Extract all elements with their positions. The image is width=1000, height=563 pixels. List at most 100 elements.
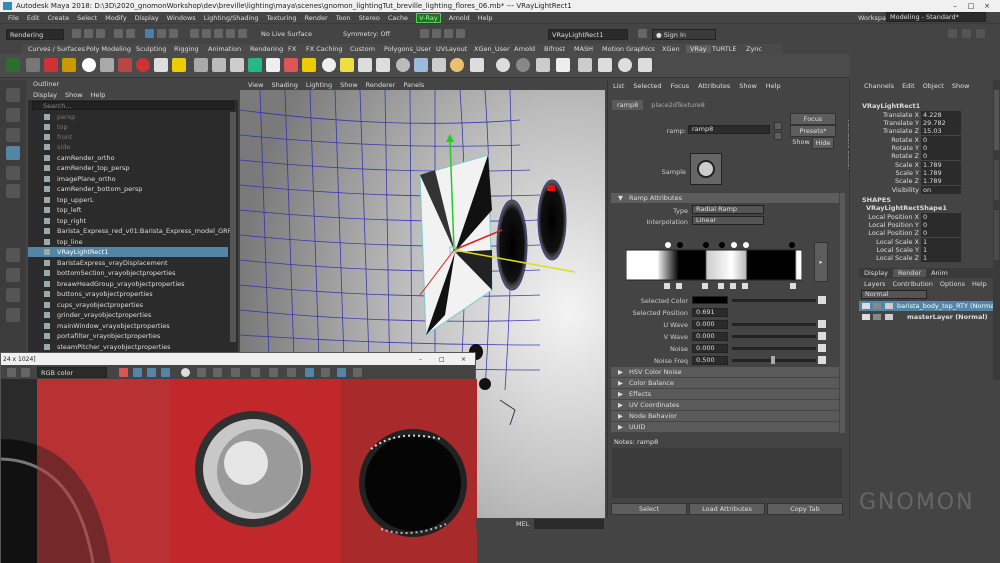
shelf-tab[interactable]: Arnold <box>514 45 535 53</box>
vray-sky-icon[interactable] <box>322 58 336 72</box>
ramp-delete-box[interactable] <box>742 283 748 289</box>
menu-texturing[interactable]: Texturing <box>267 14 297 22</box>
exposure-icon[interactable] <box>197 368 206 377</box>
copy-tab-button[interactable]: Copy Tab <box>767 503 843 515</box>
list-item[interactable]: cups_vrayobjectproperties <box>28 300 228 310</box>
minimize-button[interactable]: – <box>419 356 422 363</box>
vray-sss-icon[interactable] <box>396 58 410 72</box>
snap-point-icon[interactable] <box>214 29 223 38</box>
vray-hair-mtl-icon[interactable] <box>414 58 428 72</box>
blend-mode-dropdown[interactable]: Normal <box>861 290 927 299</box>
cb-attr-value[interactable]: 15.03 <box>921 127 961 135</box>
layer-menu-help[interactable]: Help <box>972 280 987 288</box>
vray-swarm-icon[interactable] <box>638 58 652 72</box>
vray-vfb-icon[interactable] <box>536 58 550 72</box>
cb-attr-value[interactable]: 1.789 <box>921 161 961 169</box>
menu-cache[interactable]: Cache <box>388 14 408 22</box>
vray-car-paint-icon[interactable] <box>376 58 390 72</box>
close-button[interactable]: × <box>461 356 466 363</box>
shelf-tab[interactable]: XGen <box>662 45 680 53</box>
tab-anim[interactable]: Anim <box>926 269 953 277</box>
rotate-tool-icon[interactable] <box>6 166 20 180</box>
r-channel-icon[interactable] <box>133 368 142 377</box>
live-surface-field[interactable]: No Live Surface <box>258 29 318 40</box>
paint-select-icon[interactable] <box>6 128 20 142</box>
section-ramp-attributes[interactable]: ▼ Ramp Attributes <box>611 193 839 203</box>
ramp-delete-box[interactable] <box>790 283 796 289</box>
vray-sunlight-icon[interactable] <box>302 58 316 72</box>
ramp-expand-button[interactable]: ▸ <box>814 242 828 282</box>
vray-two-sided-icon[interactable] <box>450 58 464 72</box>
outliner-scrollbar[interactable] <box>230 112 236 342</box>
list-item[interactable]: top_upperL <box>28 195 228 205</box>
color-icon[interactable] <box>231 368 240 377</box>
open-scene-icon[interactable] <box>84 29 93 38</box>
shelf-tab-active[interactable]: VRay <box>686 45 711 53</box>
side-tab[interactable] <box>994 90 999 150</box>
ae-menu-selected[interactable]: Selected <box>633 82 661 90</box>
cb-menu-show[interactable]: Show <box>952 82 970 90</box>
select-component-icon[interactable] <box>169 29 178 38</box>
ramp-name-field[interactable]: ramp8 <box>688 125 770 134</box>
vray-settings-icon[interactable] <box>62 58 76 72</box>
vray-blend-mtl-icon[interactable] <box>358 58 372 72</box>
list-item[interactable]: camRender_ortho <box>28 153 228 163</box>
selected-color-slider[interactable] <box>732 299 816 302</box>
notes-field[interactable] <box>612 448 842 498</box>
save-scene-icon[interactable] <box>96 29 105 38</box>
shelf-tab[interactable]: Bifrost <box>544 45 565 53</box>
heart-icon[interactable] <box>119 368 128 377</box>
list-item[interactable]: persp <box>28 112 228 122</box>
list-item[interactable]: BaristaExpress_vrayDisplacement <box>28 258 228 268</box>
snapshot-icon[interactable] <box>321 368 330 377</box>
panel-toggle-icon[interactable] <box>976 29 985 38</box>
select-tool-icon[interactable] <box>6 88 20 102</box>
vray-mesh-icon[interactable] <box>100 58 114 72</box>
ramp-handle[interactable] <box>743 242 749 248</box>
snap-surface-icon[interactable] <box>238 29 247 38</box>
mel-input[interactable] <box>534 519 604 529</box>
menu-windows[interactable]: Windows <box>167 14 196 22</box>
workspace-dropdown[interactable]: Modeling - Standard* <box>886 12 986 22</box>
vray-mesh-light-icon[interactable] <box>284 58 298 72</box>
layer-toggle-icon[interactable] <box>873 314 881 320</box>
ramp-delete-box[interactable] <box>676 283 682 289</box>
noise-field[interactable]: 0.000 <box>692 344 728 353</box>
shelf-tab[interactable]: XGen_User <box>474 45 510 53</box>
vray-checker-icon[interactable] <box>556 58 570 72</box>
shelf-tab[interactable]: Poly Modeling <box>86 45 131 53</box>
channel-dropdown[interactable]: RGB color <box>37 367 107 378</box>
snap-curve-icon[interactable] <box>202 29 211 38</box>
list-item[interactable]: Barista_Express_red_v01:Barista_Express_… <box>28 226 232 236</box>
lasso-tool-icon[interactable] <box>6 108 20 122</box>
vray-render-icon[interactable] <box>6 58 20 72</box>
ramp-handle[interactable] <box>731 242 737 248</box>
shelf-tab[interactable]: Zync <box>746 45 762 53</box>
ramp-handle[interactable] <box>665 242 671 248</box>
vray-light-icon[interactable] <box>44 58 58 72</box>
ipr-render-icon[interactable] <box>432 29 441 38</box>
sample-swatch[interactable] <box>690 153 722 185</box>
list-item[interactable]: steamPitcher_vrayobjectproperties <box>28 342 228 352</box>
noise-freq-field[interactable]: 0.500 <box>692 356 728 365</box>
section-color-balance[interactable]: ▶ Color Balance <box>611 378 839 388</box>
v-wave-field[interactable]: 0.000 <box>692 332 728 341</box>
move-tool-icon[interactable] <box>6 146 20 160</box>
tab-place2dtexture8[interactable]: place2dTexture8 <box>643 100 713 110</box>
cb-attr-value[interactable]: 1 <box>921 254 961 262</box>
layer-row[interactable]: masterLayer (Normal) <box>859 312 993 322</box>
menu-edit[interactable]: Edit <box>27 14 40 22</box>
viewport-menu-view[interactable]: View <box>248 81 263 89</box>
layer-menu-layers[interactable]: Layers <box>864 280 886 288</box>
vray-light-mtl-icon[interactable] <box>432 58 446 72</box>
menu-modify[interactable]: Modify <box>105 14 127 22</box>
layout-side-icon[interactable] <box>6 288 20 302</box>
select-object-icon[interactable] <box>157 29 166 38</box>
region-icon[interactable] <box>269 368 278 377</box>
viewport-menu-show[interactable]: Show <box>340 81 358 89</box>
cb-attr-value[interactable]: 1 <box>921 238 961 246</box>
shelf-tab[interactable]: Rigging <box>174 45 199 53</box>
undo-icon[interactable] <box>114 29 123 38</box>
lut-icon[interactable] <box>251 368 260 377</box>
ramp-delete-box[interactable] <box>718 283 724 289</box>
